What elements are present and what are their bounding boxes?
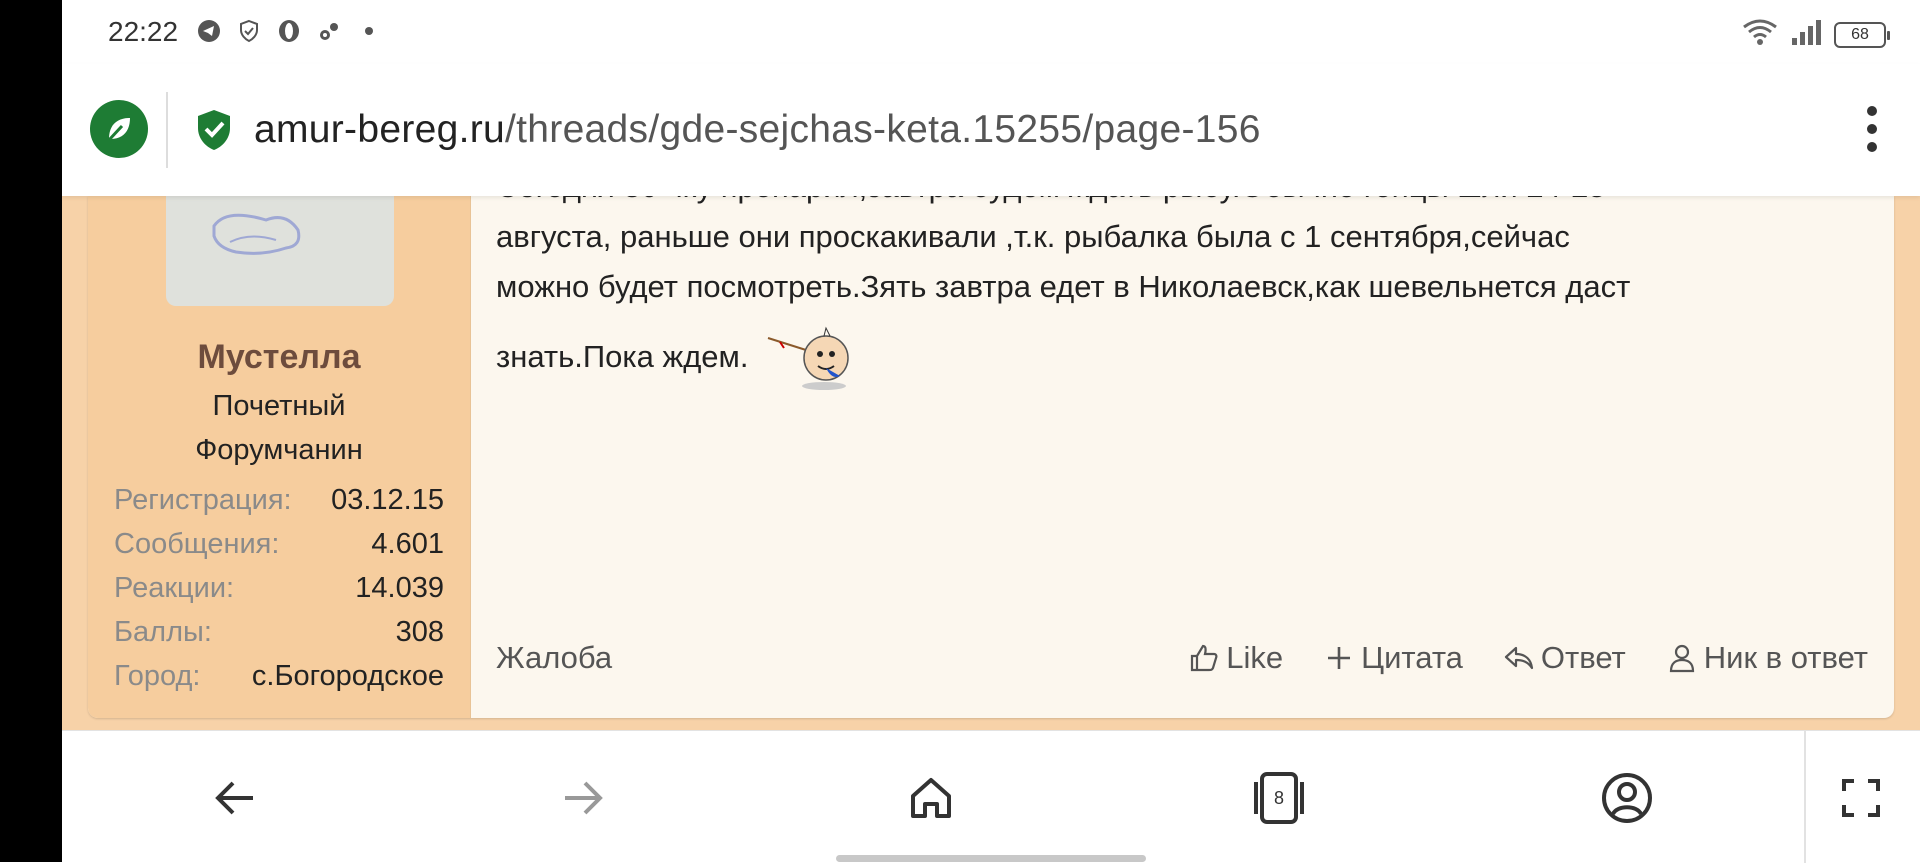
- url-divider: [166, 92, 168, 168]
- message-line: можно будет посмотреть.Зять завтра едет …: [496, 269, 1631, 304]
- leaf-icon[interactable]: [90, 100, 148, 158]
- battery-icon: 68: [1834, 21, 1890, 48]
- quote-button[interactable]: Цитата: [1323, 640, 1463, 676]
- status-time: 22:22: [108, 16, 179, 47]
- stat-registration: Регистрация: 03.12.15: [114, 484, 444, 516]
- url-field[interactable]: amur-bereg.ru/threads/gde-sejchas-keta.1…: [254, 108, 1261, 152]
- menu-kebab-icon[interactable]: [1866, 106, 1878, 152]
- nav-divider: [1804, 731, 1806, 863]
- dot-icon: [356, 18, 382, 44]
- stat-reactions: Реакции: 14.039: [114, 572, 444, 604]
- fan-icon: [316, 18, 342, 44]
- telegram-icon: [196, 18, 222, 44]
- nick-reply-button[interactable]: Ник в ответ: [1666, 640, 1868, 676]
- browser-url-bar: amur-bereg.ru/threads/gde-sejchas-keta.1…: [62, 64, 1920, 196]
- report-link[interactable]: Жалоба: [496, 640, 612, 676]
- tabs-icon[interactable]: 8: [1250, 769, 1308, 827]
- reply-button[interactable]: Ответ: [1503, 640, 1626, 676]
- user-title: Почетный Форумчанин: [195, 390, 363, 466]
- fullscreen-icon[interactable]: [1832, 769, 1890, 827]
- browser-bottom-nav: 8: [62, 730, 1920, 863]
- plus-icon: [1328, 647, 1351, 669]
- stat-messages: Сообщения: 4.601: [114, 528, 444, 560]
- post-actions: Like Цитата Ответ Ник в ответ: [1188, 640, 1868, 676]
- stat-city: Город: с.Богородское: [114, 660, 444, 692]
- home-icon[interactable]: [902, 769, 960, 827]
- thumbs-up-icon: [1191, 644, 1218, 672]
- message-line: августа, раньше они проскакивали ,т.к. р…: [496, 219, 1570, 254]
- post-user-info: Мустелла Почетный Форумчанин Регистрация…: [88, 196, 471, 718]
- url-path: /threads/gde-sejchas-keta.15255/page-156: [505, 108, 1261, 151]
- url-host: amur-bereg.ru: [254, 108, 506, 151]
- opera-icon: [276, 18, 302, 44]
- post-message: Сегодня 30 чку пропарил,завтра будем жда…: [496, 196, 1876, 394]
- status-notification-icons: [196, 18, 382, 44]
- account-icon[interactable]: [1598, 769, 1656, 827]
- left-black-strip: [0, 0, 62, 862]
- stat-points: Баллы: 308: [114, 616, 444, 648]
- user-avatar[interactable]: [166, 196, 394, 306]
- battery-level: 68: [1851, 25, 1869, 43]
- status-bar: 22:22 68: [62, 0, 1920, 64]
- message-line: Сегодня 30 чку пропарил,завтра будем жда…: [496, 196, 1876, 212]
- secure-shield-icon[interactable]: [194, 108, 234, 152]
- user-icon: [1669, 644, 1694, 673]
- forum-post: Мустелла Почетный Форумчанин Регистрация…: [88, 196, 1894, 718]
- forward-arrow-icon[interactable]: [554, 769, 612, 827]
- reply-arrow-icon: [1504, 646, 1534, 670]
- username[interactable]: Мустелла: [88, 338, 470, 377]
- tab-count: 8: [1273, 787, 1284, 808]
- user-stats: Регистрация: 03.12.15 Сообщения: 4.601 Р…: [114, 478, 444, 698]
- forum-page: Мустелла Почетный Форумчанин Регистрация…: [62, 196, 1920, 730]
- status-system-icons: 68: [1742, 18, 1890, 51]
- wifi-icon: [1742, 18, 1778, 51]
- like-button[interactable]: Like: [1188, 640, 1283, 676]
- back-arrow-icon[interactable]: [206, 769, 264, 827]
- gesture-home-indicator[interactable]: [836, 855, 1146, 862]
- signal-icon: [1790, 18, 1822, 51]
- shield-check-icon: [236, 18, 262, 44]
- fishing-smiley-icon: [766, 324, 852, 394]
- message-line: знать.Пока ждем.: [496, 339, 749, 375]
